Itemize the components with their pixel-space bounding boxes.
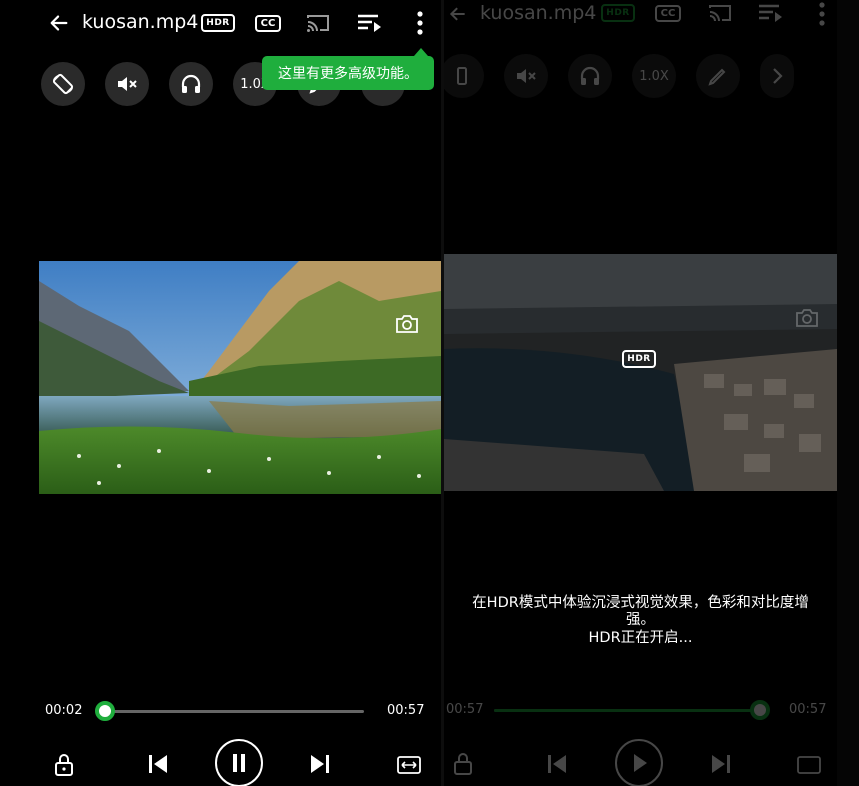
lock-icon[interactable] bbox=[452, 752, 474, 776]
more-icon[interactable] bbox=[410, 8, 430, 38]
mute-icon bbox=[517, 69, 536, 83]
screenshot-camera-icon[interactable] bbox=[794, 307, 820, 329]
cc-icon-label: CC bbox=[654, 4, 682, 22]
rotate-icon bbox=[52, 73, 74, 95]
hdr-icon-label: HDR bbox=[201, 14, 235, 32]
rotate-screen-button[interactable] bbox=[41, 62, 85, 106]
hdr-status-text: HDR正在开启... bbox=[588, 630, 693, 646]
seek-bar-handle[interactable] bbox=[750, 700, 770, 720]
headphones-icon bbox=[580, 66, 600, 85]
more-icon[interactable] bbox=[812, 0, 832, 28]
current-time: 00:02 bbox=[45, 703, 83, 718]
video-title: kuosan.mp4 bbox=[480, 2, 597, 24]
cast-icon[interactable] bbox=[304, 10, 332, 36]
right-edge bbox=[837, 0, 859, 786]
total-time: 00:57 bbox=[387, 703, 425, 718]
previous-icon[interactable] bbox=[544, 750, 570, 778]
screenshot-camera-icon[interactable] bbox=[394, 313, 420, 335]
cc-icon[interactable]: CC bbox=[654, 1, 682, 25]
mute-button[interactable] bbox=[105, 62, 149, 106]
hdr-overlay-icon: HDR bbox=[622, 346, 656, 372]
back-icon[interactable] bbox=[46, 10, 72, 36]
cc-icon-label: CC bbox=[254, 14, 282, 32]
hdr-icon[interactable]: HDR bbox=[601, 1, 635, 25]
cast-icon[interactable] bbox=[706, 1, 734, 25]
video-title: kuosan.mp4 bbox=[82, 11, 199, 33]
seek-bar-handle[interactable] bbox=[95, 701, 115, 721]
speed-button[interactable]: 1.0X bbox=[632, 54, 676, 98]
fit-screen-icon[interactable] bbox=[796, 754, 822, 776]
rotate-screen-button[interactable] bbox=[444, 54, 484, 98]
cc-icon[interactable]: CC bbox=[254, 10, 282, 36]
previous-icon[interactable] bbox=[145, 750, 171, 778]
total-time: 00:57 bbox=[789, 702, 827, 717]
video-frame[interactable] bbox=[444, 254, 837, 491]
hdr-icon-label: HDR bbox=[601, 4, 635, 22]
chevron-right-icon bbox=[773, 68, 783, 84]
fit-screen-icon[interactable] bbox=[396, 754, 422, 776]
speed-label: 1.0X bbox=[639, 68, 669, 84]
audio-only-button[interactable] bbox=[568, 54, 612, 98]
hdr-overlay-label: HDR bbox=[622, 350, 656, 368]
video-frame[interactable] bbox=[39, 261, 441, 494]
hdr-icon[interactable]: HDR bbox=[201, 10, 235, 36]
lock-icon[interactable] bbox=[52, 752, 76, 778]
next-icon[interactable] bbox=[708, 750, 734, 778]
headphones-icon bbox=[181, 74, 201, 93]
left-player-screen: kuosan.mp4 HDR CC 1.0X 这里有更多高级功能。 00:02 … bbox=[0, 0, 441, 786]
phone-rotate-icon bbox=[457, 67, 467, 85]
seek-bar[interactable] bbox=[105, 710, 364, 713]
seek-bar-progress bbox=[494, 709, 760, 712]
hdr-message-line-2: 强。 bbox=[626, 612, 655, 628]
current-time: 00:57 bbox=[446, 702, 484, 717]
edit-icon bbox=[708, 68, 726, 86]
playlist-icon[interactable] bbox=[354, 10, 386, 36]
mute-button[interactable] bbox=[504, 54, 548, 98]
edit-button[interactable] bbox=[696, 54, 740, 98]
next-icon[interactable] bbox=[307, 750, 333, 778]
mute-icon bbox=[118, 77, 137, 91]
play-icon[interactable] bbox=[615, 739, 663, 786]
hdr-message-line-1: 在HDR模式中体验沉浸式视觉效果，色彩和对比度增 bbox=[472, 595, 809, 611]
pause-icon[interactable] bbox=[215, 739, 263, 786]
playlist-icon[interactable] bbox=[756, 1, 786, 25]
advanced-features-tooltip[interactable]: 这里有更多高级功能。 bbox=[262, 48, 434, 90]
audio-only-button[interactable] bbox=[169, 62, 213, 106]
back-icon[interactable] bbox=[446, 2, 470, 26]
right-player-screen: kuosan.mp4 HDR CC 1.0X HDR 在HDR模式中体验沉浸式视… bbox=[444, 0, 837, 786]
expand-controls-button[interactable] bbox=[760, 54, 794, 98]
